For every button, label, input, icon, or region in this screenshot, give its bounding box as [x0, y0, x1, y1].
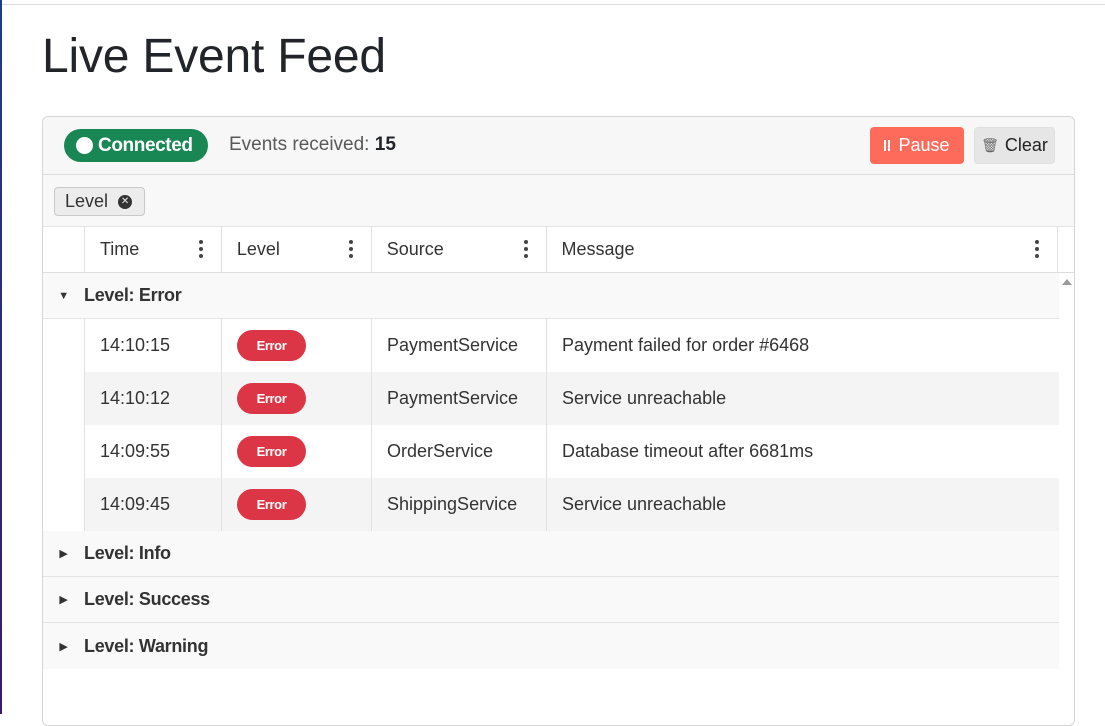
- time-cell: 14:10:15: [100, 335, 171, 355]
- group-indent-cell: [43, 425, 85, 478]
- events-count: 15: [374, 134, 396, 155]
- group-label: Level: Info: [84, 543, 171, 563]
- time-cell: 14:09:55: [100, 441, 171, 461]
- group-row-info[interactable]: ▶ Level: Info: [43, 531, 1059, 577]
- time-cell: 14:10:12: [100, 388, 171, 408]
- kebab-menu-icon[interactable]: [522, 239, 530, 259]
- window-edge: [0, 0, 2, 714]
- message-cell: Database timeout after 6681ms: [562, 441, 814, 461]
- header-spacer: [1058, 227, 1074, 272]
- table-row[interactable]: 14:09:55 Error OrderService Database tim…: [43, 425, 1059, 478]
- events-received: Events received: 15: [229, 134, 396, 156]
- close-circle-icon[interactable]: ✕: [118, 194, 133, 209]
- group-indent-cell: [43, 478, 85, 531]
- group-chip-label: Level: [65, 191, 109, 211]
- events-label: Events received:: [229, 134, 370, 155]
- source-cell: OrderService: [387, 441, 494, 461]
- column-header-level[interactable]: Level: [222, 227, 372, 272]
- status-label: Connected: [98, 134, 193, 156]
- level-badge: Error: [237, 330, 306, 361]
- source-cell: PaymentService: [387, 335, 519, 355]
- group-row-error[interactable]: ▼ Level: Error: [43, 273, 1059, 319]
- group-chip-level[interactable]: Level ✕: [54, 187, 145, 216]
- grid-header: Time Level Source Message: [43, 227, 1074, 273]
- source-cell: PaymentService: [387, 388, 519, 408]
- connection-status-badge: Connected: [64, 129, 208, 162]
- kebab-menu-icon[interactable]: [1033, 239, 1041, 259]
- group-indent-cell: [43, 319, 85, 372]
- grid-empty-area: [43, 669, 1074, 725]
- pause-label: Pause: [898, 135, 950, 155]
- table-row[interactable]: 14:10:15 Error PaymentService Payment fa…: [43, 319, 1059, 372]
- group-label: Level: Success: [84, 589, 210, 609]
- level-badge: Error: [237, 383, 306, 414]
- group-row-success[interactable]: ▶ Level: Success: [43, 577, 1059, 623]
- group-column-header: [43, 227, 85, 272]
- scroll-up-icon[interactable]: [1062, 279, 1072, 285]
- pause-icon: [884, 140, 891, 151]
- clear-label: Clear: [1004, 135, 1048, 155]
- caret-down-icon[interactable]: ▼: [43, 290, 84, 302]
- column-header-label: Time: [99, 239, 140, 259]
- top-rule: [2, 0, 1105, 5]
- clear-button[interactable]: 🗑 Clear: [974, 127, 1055, 164]
- column-header-time[interactable]: Time: [85, 227, 222, 272]
- pause-button[interactable]: Pause: [870, 127, 964, 164]
- caret-right-icon[interactable]: ▶: [43, 593, 84, 606]
- message-cell: Service unreachable: [562, 388, 727, 408]
- caret-right-icon[interactable]: ▶: [43, 547, 84, 560]
- message-cell: Payment failed for order #6468: [562, 335, 810, 355]
- time-cell: 14:09:45: [100, 494, 171, 514]
- column-header-label: Message: [561, 239, 635, 259]
- message-cell: Service unreachable: [562, 494, 727, 514]
- level-badge: Error: [237, 436, 306, 467]
- caret-right-icon[interactable]: ▶: [43, 640, 84, 653]
- level-badge: Error: [237, 489, 306, 520]
- source-cell: ShippingService: [387, 494, 518, 514]
- column-header-source[interactable]: Source: [372, 227, 547, 272]
- vertical-scrollbar[interactable]: [1059, 273, 1074, 673]
- table-row[interactable]: 14:09:45 Error ShippingService Service u…: [43, 478, 1059, 531]
- group-label: Level: Error: [84, 285, 182, 305]
- column-header-label: Level: [236, 239, 280, 259]
- card-header: Connected Events received: 15 Pause 🗑 Cl…: [43, 117, 1074, 175]
- group-label: Level: Warning: [84, 635, 209, 656]
- event-grid: Time Level Source Message ▼ Level: Error…: [43, 227, 1074, 725]
- column-header-label: Source: [386, 239, 444, 259]
- group-indent-cell: [43, 372, 85, 425]
- column-header-message[interactable]: Message: [547, 227, 1059, 272]
- group-row-warning[interactable]: ▶ Level: Warning: [43, 623, 1059, 669]
- kebab-menu-icon[interactable]: [347, 239, 355, 259]
- row-group-panel: Level ✕: [43, 175, 1074, 227]
- dot-icon: [76, 137, 93, 154]
- event-feed-card: Connected Events received: 15 Pause 🗑 Cl…: [42, 116, 1075, 726]
- trash-icon: 🗑: [981, 137, 999, 153]
- table-row[interactable]: 14:10:12 Error PaymentService Service un…: [43, 372, 1059, 425]
- kebab-menu-icon[interactable]: [197, 239, 205, 259]
- page-title: Live Event Feed: [42, 30, 386, 83]
